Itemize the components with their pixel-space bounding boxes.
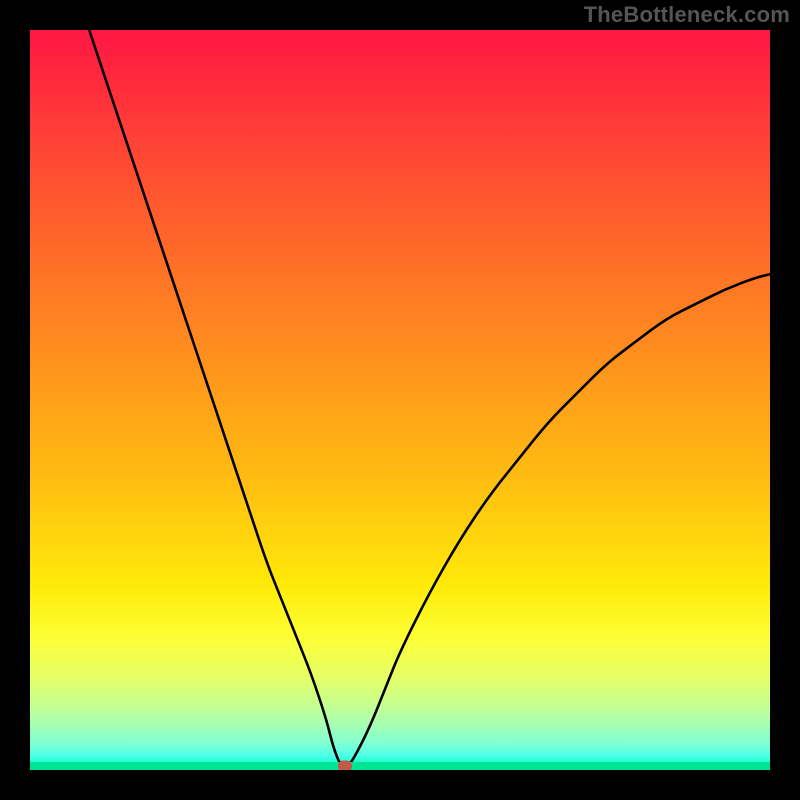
plot-area	[30, 30, 770, 770]
watermark-text: TheBottleneck.com	[584, 2, 790, 28]
bottleneck-curve	[89, 30, 770, 766]
optimum-marker	[338, 760, 352, 770]
chart-frame: TheBottleneck.com	[0, 0, 800, 800]
baseline-strip	[30, 762, 770, 770]
curve-svg	[30, 30, 770, 770]
